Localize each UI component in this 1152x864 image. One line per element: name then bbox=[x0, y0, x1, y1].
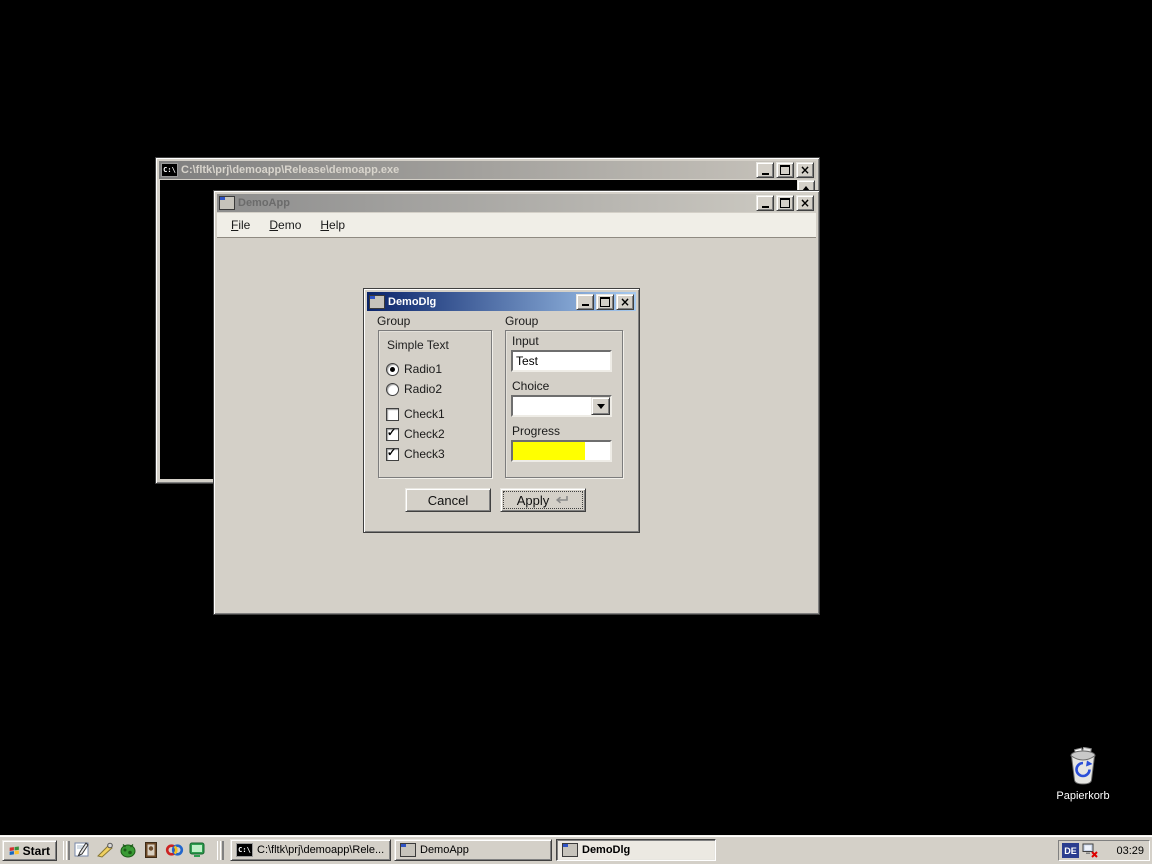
checkbox-check3[interactable]: ✓ Check3 bbox=[386, 446, 445, 462]
right-groupbox: Input Choice Progress bbox=[505, 330, 623, 478]
checkbox-check2[interactable]: ✓ Check2 bbox=[386, 426, 445, 442]
task-label: C:\fltk\prj\demoapp\Rele... bbox=[257, 844, 384, 856]
choice-dropdown[interactable] bbox=[511, 395, 612, 417]
radio-label: Radio2 bbox=[404, 382, 442, 396]
console-title: C:\fltk\prj\demoapp\Release\demoapp.exe bbox=[181, 164, 399, 176]
close-button[interactable]: × bbox=[796, 195, 814, 211]
demoapp-title: DemoApp bbox=[238, 197, 290, 209]
quicklaunch-terminal-icon[interactable] bbox=[187, 840, 207, 860]
apply-button[interactable]: Apply bbox=[500, 488, 586, 512]
demodlg-title: DemoDlg bbox=[388, 296, 436, 308]
windows-logo-icon bbox=[9, 844, 20, 857]
system-tray: DE 03:29 bbox=[1058, 840, 1150, 861]
quicklaunch-loops-icon[interactable] bbox=[164, 840, 184, 860]
demodlg-dialog: DemoDlg × Group Simple Text Radio1 Radio… bbox=[363, 288, 640, 533]
radio-indicator bbox=[386, 363, 399, 376]
checkbox-label: Check3 bbox=[404, 447, 445, 461]
radio-label: Radio1 bbox=[404, 362, 442, 376]
left-groupbox: Simple Text Radio1 Radio2 ✓ Check1 ✓ Che… bbox=[378, 330, 492, 478]
return-key-icon bbox=[554, 495, 569, 506]
checkbox-label: Check2 bbox=[404, 427, 445, 441]
recycle-bin-desktop-icon[interactable]: Papierkorb bbox=[1045, 747, 1121, 802]
checkbox-indicator: ✓ bbox=[386, 408, 399, 421]
simple-text-label: Simple Text bbox=[387, 338, 449, 352]
start-button[interactable]: Start bbox=[2, 840, 57, 861]
minimize-button[interactable] bbox=[756, 162, 774, 178]
language-indicator[interactable]: DE bbox=[1062, 843, 1079, 858]
minimize-button[interactable] bbox=[756, 195, 774, 211]
chevron-down-icon[interactable] bbox=[591, 397, 610, 415]
menu-file[interactable]: File bbox=[227, 215, 259, 235]
quicklaunch-paint-icon[interactable] bbox=[95, 840, 115, 860]
input-label: Input bbox=[512, 334, 539, 348]
console-icon: C:\ bbox=[161, 163, 178, 177]
right-group-label: Group bbox=[505, 314, 538, 328]
radio-radio2[interactable]: Radio2 bbox=[386, 381, 442, 397]
task-demodlg-button[interactable]: DemoDlg bbox=[556, 839, 716, 861]
menu-help[interactable]: Help bbox=[316, 215, 354, 235]
window-icon bbox=[369, 295, 385, 309]
close-button[interactable]: × bbox=[616, 294, 634, 310]
task-label: DemoApp bbox=[420, 844, 469, 856]
quicklaunch-notes-icon[interactable] bbox=[72, 840, 92, 860]
quicklaunch-bug-icon[interactable] bbox=[118, 840, 138, 860]
window-icon bbox=[219, 196, 235, 210]
console-titlebar[interactable]: C:\ C:\fltk\prj\demoapp\Release\demoapp.… bbox=[159, 161, 816, 179]
radio-radio1[interactable]: Radio1 bbox=[386, 361, 442, 377]
menu-demo[interactable]: Demo bbox=[265, 215, 310, 235]
minimize-button[interactable] bbox=[576, 294, 594, 310]
close-button[interactable]: × bbox=[796, 162, 814, 178]
task-demoapp-button[interactable]: DemoApp bbox=[394, 839, 552, 861]
task-label: DemoDlg bbox=[582, 844, 630, 856]
clock[interactable]: 03:29 bbox=[1116, 845, 1146, 857]
taskbar-handle[interactable] bbox=[63, 841, 70, 860]
checkbox-indicator: ✓ bbox=[386, 428, 399, 441]
radio-indicator bbox=[386, 383, 399, 396]
cancel-button[interactable]: Cancel bbox=[405, 488, 491, 512]
recycle-bin-label: Papierkorb bbox=[1045, 790, 1121, 802]
apply-label: Apply bbox=[517, 493, 550, 508]
console-icon: C:\ bbox=[236, 843, 253, 857]
network-disconnected-icon[interactable] bbox=[1082, 843, 1099, 858]
cancel-label: Cancel bbox=[428, 493, 468, 508]
menubar: File Demo Help bbox=[217, 213, 816, 238]
recycle-bin-icon bbox=[1066, 747, 1100, 785]
quicklaunch-book-icon[interactable] bbox=[141, 840, 161, 860]
progress-bar bbox=[511, 440, 612, 462]
start-label: Start bbox=[23, 844, 50, 858]
taskbar: Start bbox=[0, 835, 1152, 864]
choice-label: Choice bbox=[512, 379, 549, 393]
input-field[interactable] bbox=[511, 350, 612, 372]
window-icon bbox=[400, 843, 416, 857]
maximize-button[interactable] bbox=[596, 294, 614, 310]
maximize-button[interactable] bbox=[776, 195, 794, 211]
window-icon bbox=[562, 843, 578, 857]
checkbox-label: Check1 bbox=[404, 407, 445, 421]
left-group-label: Group bbox=[377, 314, 410, 328]
taskbar-handle[interactable] bbox=[217, 841, 224, 860]
checkbox-indicator: ✓ bbox=[386, 448, 399, 461]
maximize-button[interactable] bbox=[776, 162, 794, 178]
task-console-button[interactable]: C:\ C:\fltk\prj\demoapp\Rele... bbox=[230, 839, 391, 861]
checkbox-check1[interactable]: ✓ Check1 bbox=[386, 406, 445, 422]
demodlg-titlebar[interactable]: DemoDlg × bbox=[367, 292, 636, 311]
progress-fill bbox=[513, 442, 585, 460]
progress-label: Progress bbox=[512, 424, 560, 438]
demoapp-titlebar[interactable]: DemoApp × bbox=[217, 194, 816, 212]
